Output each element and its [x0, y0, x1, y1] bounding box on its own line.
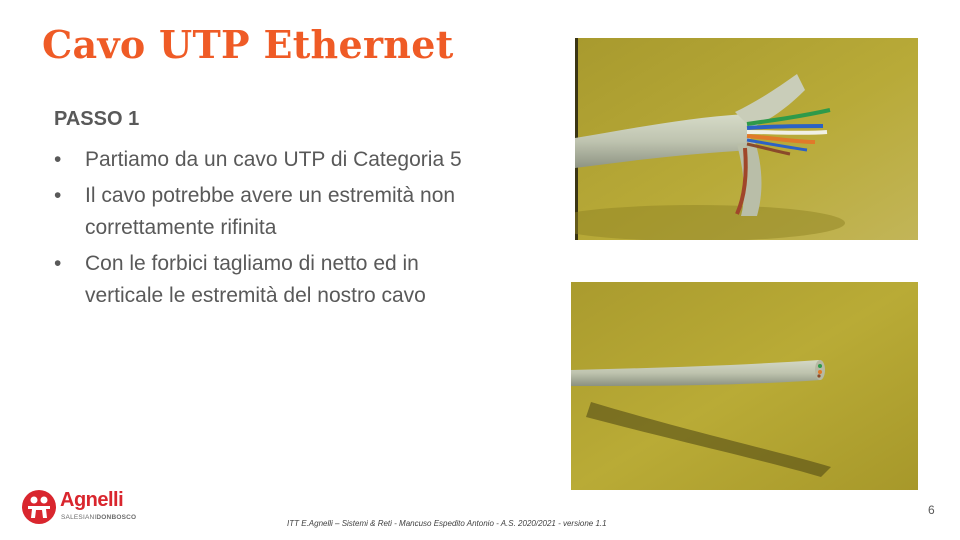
- bullet-dot: •: [54, 252, 62, 275]
- bullet-dot: •: [54, 184, 62, 207]
- people-icon: [22, 490, 56, 524]
- page-number: 6: [928, 503, 935, 517]
- slide: Cavo UTP Ethernet PASSO 1 • Partiamo da u…: [0, 0, 960, 540]
- slide-title: Cavo UTP Ethernet: [42, 22, 454, 67]
- bullet-text: Con le forbici tagliamo di netto ed in v…: [85, 252, 426, 307]
- bullet-list: • Partiamo da un cavo UTP di Categoria 5 …: [54, 144, 474, 316]
- bullet-item: • Con le forbici tagliamo di netto ed in …: [54, 248, 474, 312]
- cut-cable-photo: [571, 282, 918, 490]
- frayed-cable-image: [575, 38, 918, 240]
- bullet-item: • Il cavo potrebbe avere un estremità non…: [54, 180, 474, 244]
- bullet-item: • Partiamo da un cavo UTP di Categoria 5: [54, 144, 474, 176]
- footer-credits: ITT E.Agnelli – Sistemi & Reti - Mancuso…: [287, 519, 607, 528]
- logo-sub-a: SALESIANI: [61, 514, 97, 521]
- logo-sub-b: DONBOSCO: [96, 514, 137, 521]
- bullet-text: Il cavo potrebbe avere un estremità non …: [85, 184, 456, 239]
- step-heading: PASSO 1: [54, 108, 140, 130]
- logo-name: Agnelli: [60, 489, 124, 511]
- bullet-text: Partiamo da un cavo UTP di Categoria 5: [85, 148, 462, 171]
- logo-subtitle: SALESIANIDONBOSCO: [61, 514, 136, 521]
- frayed-cable-photo: [575, 38, 918, 240]
- cut-cable-image: [571, 282, 918, 490]
- agnelli-logo: Agnelli SALESIANIDONBOSCO: [22, 488, 140, 528]
- bullet-dot: •: [54, 148, 62, 171]
